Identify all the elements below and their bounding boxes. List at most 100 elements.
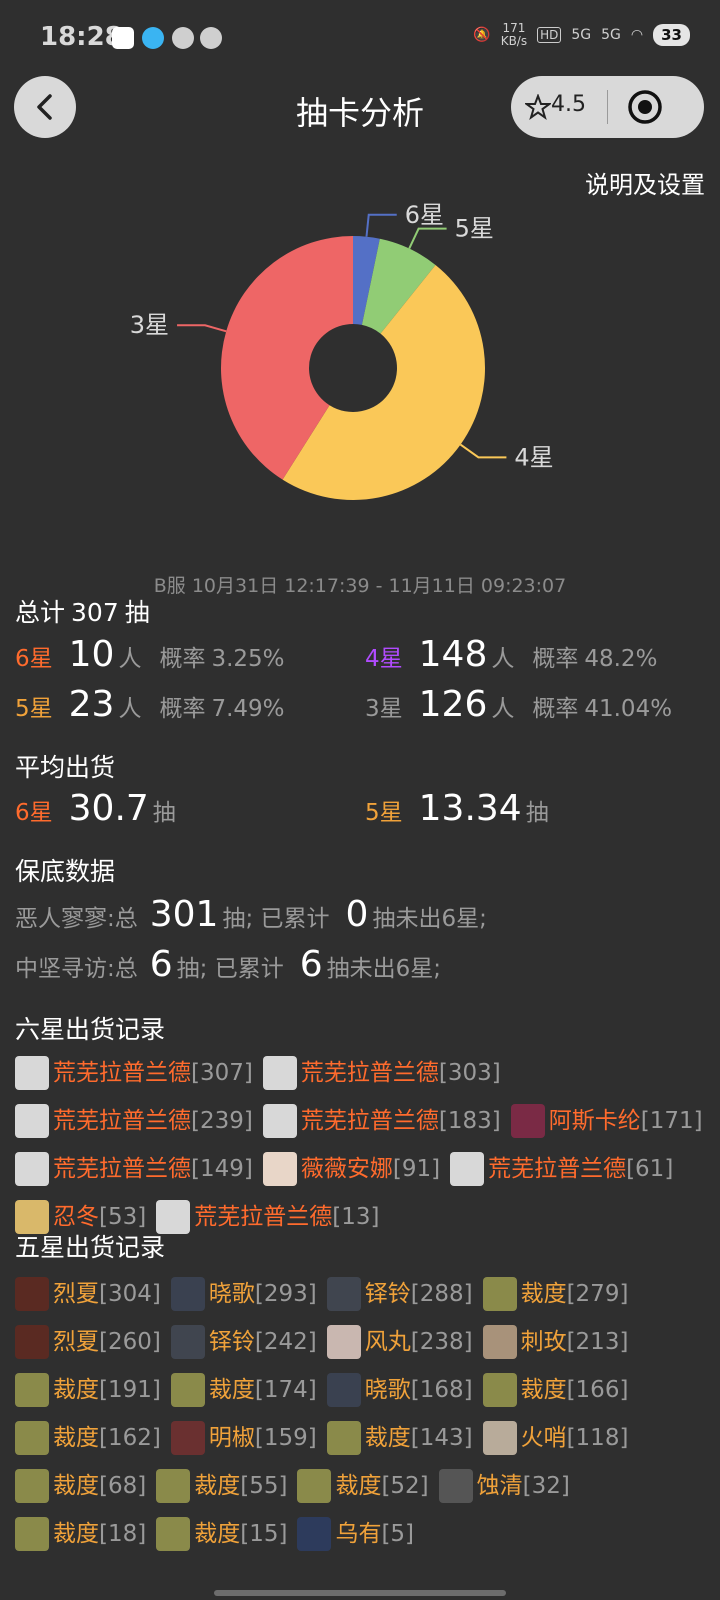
operator-record: 火哨 [118]	[482, 1419, 628, 1457]
wifi-icon: ◠	[630, 27, 644, 43]
total-prefix: 总计	[15, 598, 66, 627]
operator-name: 风丸	[364, 1329, 411, 1355]
operator-avatar	[15, 1421, 49, 1455]
pity-mid: 抽; 已累计	[222, 906, 330, 932]
operator-record: 铎铃 [242]	[170, 1323, 317, 1361]
pity-pool: 中坚寻访:总	[15, 956, 138, 982]
operator-avatar	[15, 1277, 49, 1311]
avg-star: 6星	[15, 800, 53, 826]
operator-name: 裁度	[520, 1281, 567, 1307]
home-indicator	[214, 1590, 506, 1596]
operator-name: 晓歌	[364, 1377, 411, 1403]
operator-name: 刺玫	[520, 1329, 567, 1355]
operator-record: 乌有 [5]	[297, 1515, 414, 1553]
stat-prob: 7.49%	[211, 696, 285, 722]
pity-title: 保底数据	[15, 857, 116, 886]
operator-name: 荒芜拉普兰德	[53, 1108, 191, 1134]
operator-name: 荒芜拉普兰德	[300, 1060, 439, 1086]
operator-name: 蚀清	[476, 1473, 523, 1499]
star-distribution-pie-chart: 6星 5星 4星 3星	[130, 201, 554, 500]
operator-record: 刺玫 [213]	[482, 1323, 629, 1361]
operator-avatar	[326, 1325, 361, 1359]
operator-record: 裁度 [52]	[297, 1467, 429, 1505]
pull-number: [171]	[640, 1108, 703, 1134]
pull-number: [159]	[254, 1425, 317, 1451]
pity-current: 0	[345, 894, 369, 935]
operator-name: 荒芜拉普兰德	[53, 1156, 191, 1182]
operator-avatar	[15, 1056, 49, 1090]
operator-record: 裁度 [162]	[15, 1419, 161, 1457]
operator-name: 裁度	[208, 1377, 255, 1403]
total-pulls: 总计 307 抽	[15, 593, 150, 629]
operator-avatar	[482, 1373, 517, 1407]
pull-number: [91]	[392, 1156, 441, 1182]
operator-avatar	[510, 1104, 545, 1138]
operator-record: 裁度 [55]	[156, 1467, 287, 1505]
operator-record: 裁度 [15]	[156, 1515, 287, 1553]
operator-avatar	[15, 1325, 49, 1359]
pity-mid: 抽; 已累计	[176, 956, 284, 982]
stat-prob: 3.25%	[211, 646, 285, 672]
operator-avatar	[297, 1517, 332, 1551]
operator-record: 荒芜拉普兰德 [183]	[262, 1102, 501, 1140]
avg-unit: 抽	[152, 800, 176, 826]
stat-three-star: 3星 126 人 概率 41.04%	[365, 684, 672, 725]
close-target-icon[interactable]	[626, 88, 664, 126]
avg-value: 30.7	[68, 788, 149, 829]
star-icon[interactable]	[525, 94, 551, 120]
operator-name: 荒芜拉普兰德	[300, 1108, 439, 1134]
stat-six-star: 6星 10 人 概率 3.25%	[15, 634, 285, 675]
pie-label-line	[365, 213, 397, 237]
operator-avatar	[326, 1373, 361, 1407]
stat-count: 126	[418, 684, 488, 725]
pull-number: [55]	[240, 1473, 288, 1499]
stat-prob-label: 概率	[532, 646, 579, 672]
stat-prob: 41.04%	[584, 696, 673, 722]
six-star-records: 荒芜拉普兰德 [307] 荒芜拉普兰德 [303] 荒芜拉普兰德 [239] 荒芜拉普兰德[…	[15, 1054, 715, 1246]
operator-record: 铎铃 [288]	[326, 1275, 473, 1313]
operator-name: 铎铃	[364, 1281, 411, 1307]
five-star-records: 烈夏 [304] 晓歌 [293] 铎铃 [288] 裁度 [279] 烈夏 [260] 铎铃 [24…	[15, 1275, 715, 1563]
stat-five-star: 5星 23 人 概率 7.49%	[15, 684, 285, 725]
pity-end: 抽未出6星;	[372, 906, 487, 932]
operator-name: 裁度	[364, 1425, 411, 1451]
operator-record: 裁度 [174]	[170, 1371, 317, 1409]
operator-name: 乌有	[335, 1521, 382, 1547]
total-suffix: 抽	[124, 598, 150, 627]
five-star-records-title: 五星出货记录	[15, 1233, 166, 1262]
operator-record: 裁度 [166]	[482, 1371, 628, 1409]
pull-number: [213]	[566, 1329, 629, 1355]
operator-avatar	[170, 1373, 205, 1407]
operator-avatar	[326, 1277, 361, 1311]
pull-number: [293]	[254, 1281, 317, 1307]
pity-pool: 恶人寥寥:总	[15, 906, 138, 932]
operator-avatar	[170, 1277, 205, 1311]
operator-avatar	[262, 1056, 297, 1090]
pull-number: [191]	[99, 1377, 161, 1403]
pull-number: [242]	[254, 1329, 317, 1355]
operator-avatar	[15, 1152, 49, 1186]
stat-four-star: 4星 148 人 概率 48.2%	[365, 634, 657, 675]
stat-unit: 人	[118, 696, 142, 722]
pie-label-line	[459, 443, 507, 459]
operator-record: 薇薇安娜 [91]	[262, 1150, 441, 1188]
operator-record: 荒芜拉普兰德 [239]	[15, 1102, 253, 1140]
tiktok-icon	[112, 27, 134, 49]
mute-icon: 🔕	[473, 27, 491, 43]
operator-name: 荒芜拉普兰德	[488, 1156, 627, 1182]
signal-2: 5G	[601, 27, 621, 43]
operator-record: 晓歌 [168]	[326, 1371, 473, 1409]
operator-name: 铎铃	[208, 1329, 255, 1355]
pull-number: [32]	[522, 1473, 570, 1499]
operator-record: 晓歌 [293]	[170, 1275, 317, 1313]
pull-number: [143]	[410, 1425, 473, 1451]
operator-record: 裁度 [18]	[15, 1515, 146, 1553]
status-right: 🔕 171 KB/s HD 5G 5G ◠ 33	[473, 22, 690, 48]
net-speed-unit: KB/s	[500, 34, 528, 48]
operator-record: 荒芜拉普兰德 [307]	[15, 1054, 253, 1092]
pity-row: 恶人寥寥:总 301 抽; 已累计 0 抽未出6星;	[15, 894, 487, 935]
operator-avatar	[15, 1373, 49, 1407]
status-bar: 18:28 🔕 171 KB/s HD 5G 5G ◠ 33	[0, 0, 720, 78]
pity-end: 抽未出6星;	[326, 956, 442, 982]
avg-six-star: 6星 30.7 抽	[15, 788, 176, 829]
